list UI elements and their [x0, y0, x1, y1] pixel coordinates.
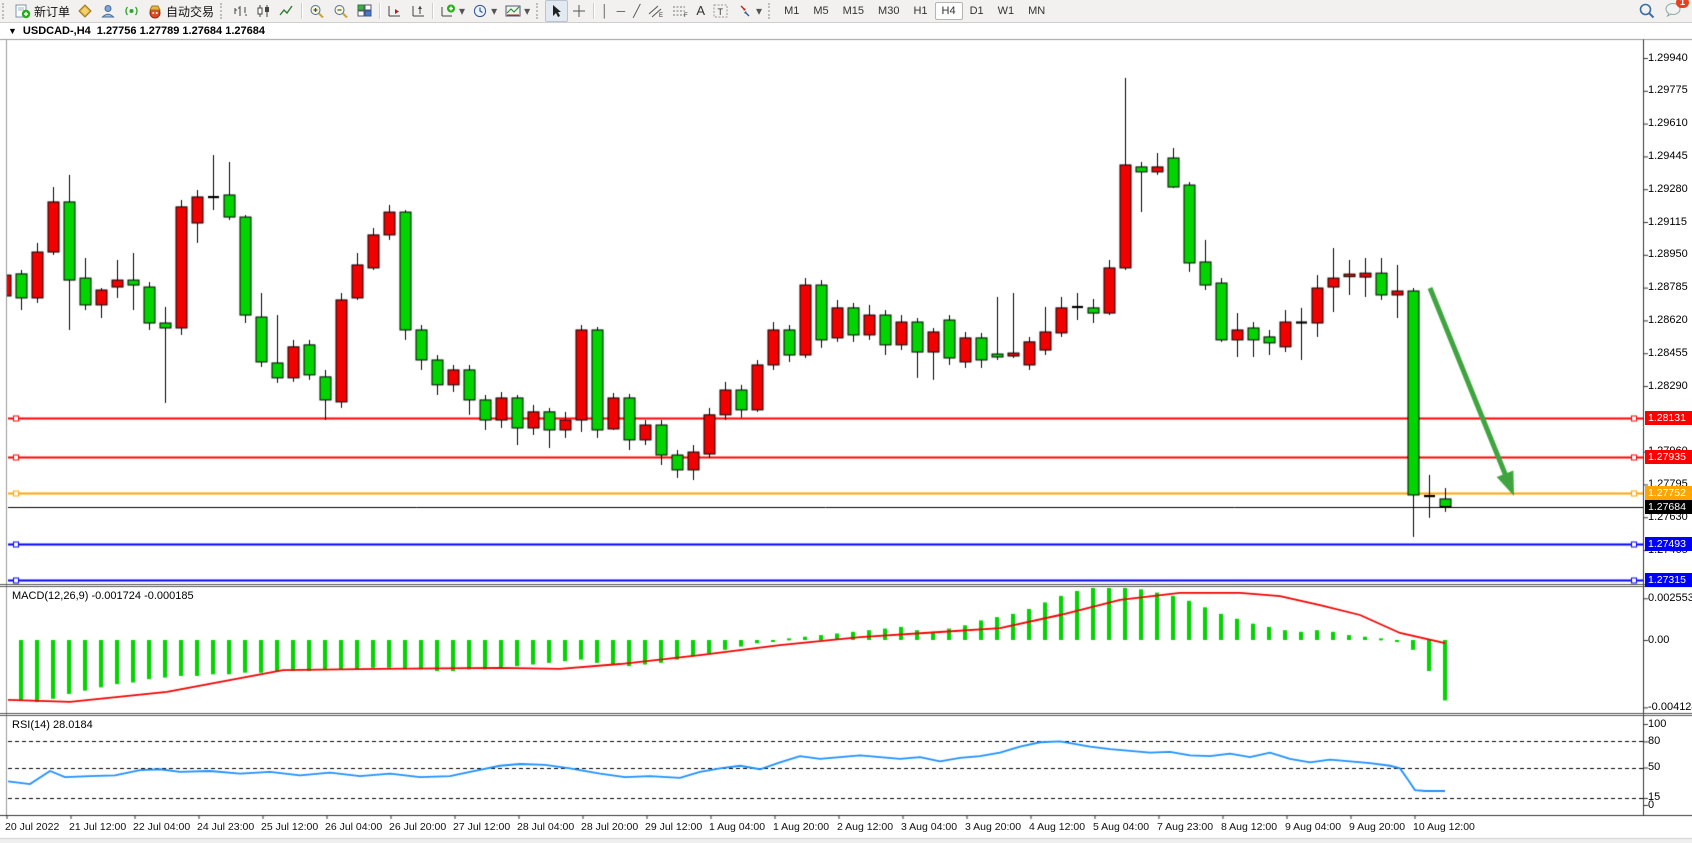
chart-plot-area[interactable] [0, 0, 1692, 843]
trading-terminal: { "toolbar": { "new_order_label": "新订单",… [0, 0, 1692, 843]
